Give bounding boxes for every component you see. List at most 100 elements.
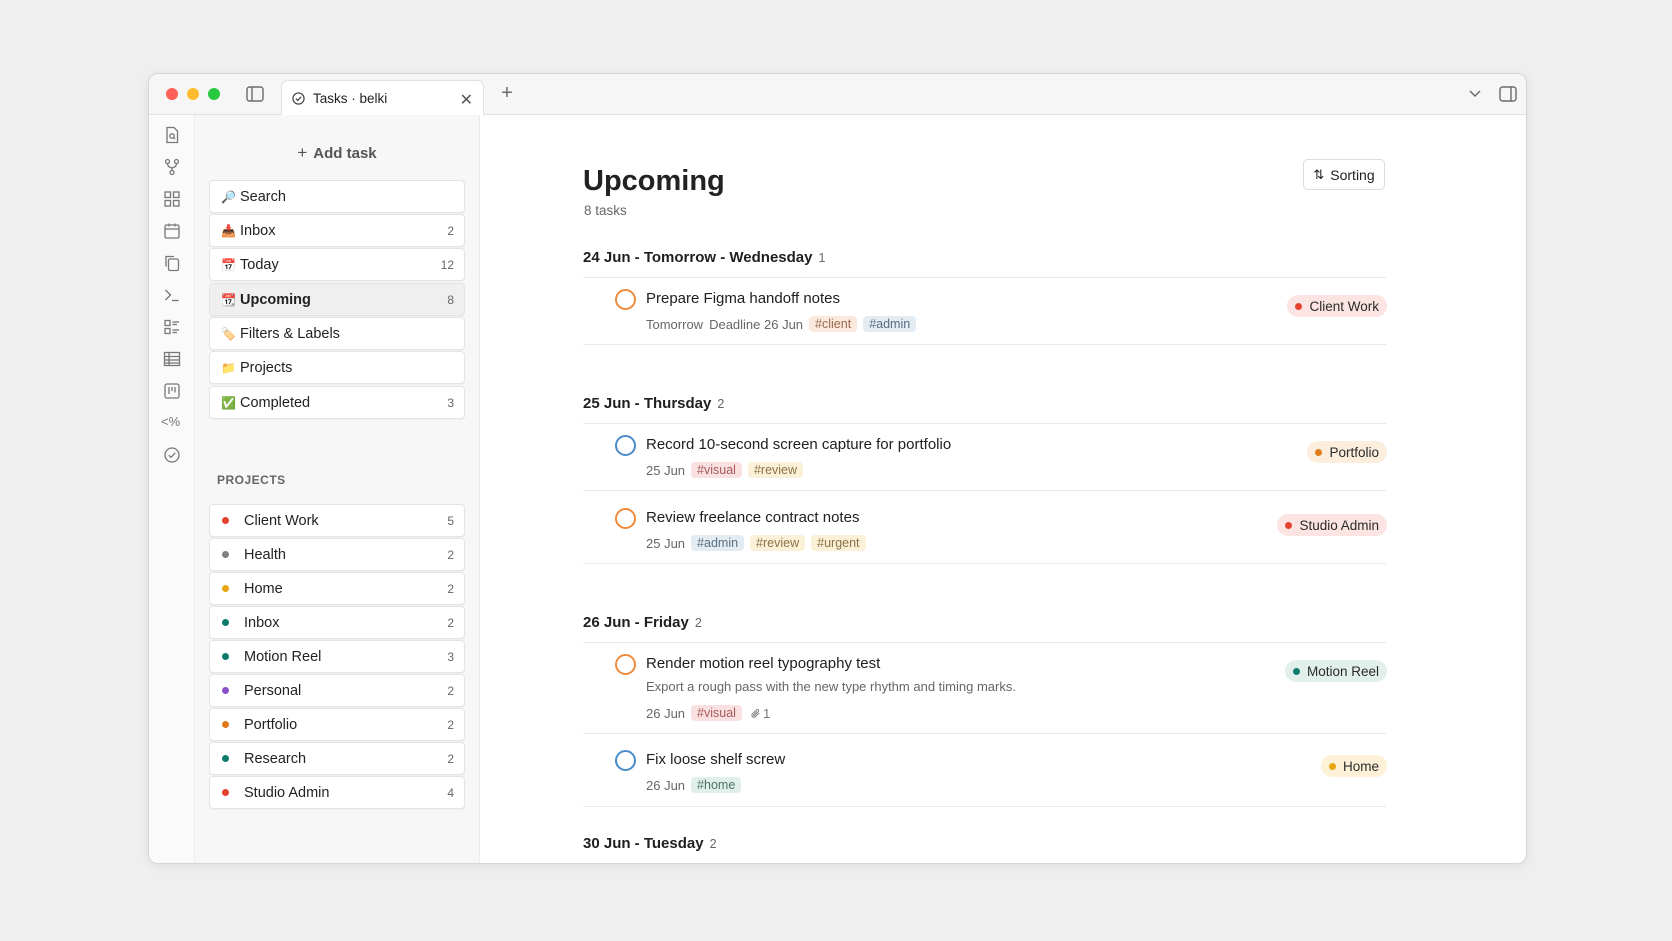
project-dot	[1315, 448, 1323, 456]
task-complete-checkbox[interactable]	[615, 435, 636, 456]
close-window-button[interactable]	[166, 88, 178, 100]
file-search-icon[interactable]	[163, 126, 181, 144]
task-title[interactable]: Review freelance contract notes	[646, 509, 859, 526]
sidebar-item-label: Today	[240, 256, 279, 273]
project-badge-home[interactable]: Home	[1320, 755, 1387, 777]
sidebar-item-upcoming[interactable]: 📆 Upcoming 8	[209, 283, 465, 316]
grid-icon[interactable]	[163, 190, 181, 208]
sidebar-project-health[interactable]: Health 2	[209, 538, 465, 571]
task-complete-checkbox[interactable]	[615, 289, 636, 310]
date-group-title: 26 Jun - Friday	[583, 614, 689, 631]
project-badge-portfolio[interactable]: Portfolio	[1307, 441, 1387, 463]
sidebar-item-filters-labels[interactable]: 🏷️ Filters & Labels	[209, 317, 465, 350]
check-circle-icon	[292, 91, 305, 105]
task-complete-checkbox[interactable]	[615, 750, 636, 771]
sidebar-item-inbox[interactable]: 📥 Inbox 2	[209, 214, 465, 247]
table-icon[interactable]	[163, 350, 181, 368]
divider	[583, 490, 1386, 491]
sidebar-project-home[interactable]: Home 2	[209, 572, 465, 605]
sidebar-project-motion-reel[interactable]: Motion Reel 3	[209, 640, 465, 673]
close-tab-icon[interactable]: ✕	[460, 90, 473, 110]
task-due-date: 25 Jun	[646, 462, 686, 478]
tag-client[interactable]: #client	[809, 316, 858, 332]
copy-icon[interactable]	[163, 254, 181, 272]
divider	[583, 277, 1386, 278]
divider	[583, 642, 1386, 643]
right-panel-toggle-icon[interactable]	[1498, 85, 1518, 103]
sidebar-project-inbox[interactable]: Inbox 2	[209, 606, 465, 639]
inbox-icon: 📥	[221, 223, 236, 238]
folder-icon: 📁	[221, 360, 236, 375]
sidebar-item-label: Completed	[240, 394, 311, 411]
sidebar-item-projects[interactable]: 📁 Projects	[209, 351, 465, 384]
sorting-button[interactable]: ⇅ Sorting	[1303, 159, 1385, 190]
sidebar-item-label: Motion Reel	[244, 648, 322, 665]
sidebar-item-count: 3	[447, 649, 454, 664]
project-dot	[1295, 302, 1303, 310]
sidebar-project-research[interactable]: Research 2	[209, 742, 465, 775]
sidebar-item-count: 12	[440, 257, 454, 272]
check-mark-icon: ✅	[221, 395, 236, 410]
sidebar-item-label: Research	[244, 750, 307, 767]
sidebar: + Add task 🔎 Search 📥 Inbox 2 📅 Today 12 …	[195, 115, 480, 863]
check-circle-icon[interactable]	[163, 446, 181, 464]
task-title[interactable]: Record 10-second screen capture for port…	[646, 436, 951, 453]
tag-urgent[interactable]: #urgent	[811, 535, 866, 551]
tag-admin[interactable]: #admin	[863, 316, 917, 332]
checklist-icon[interactable]	[163, 318, 181, 336]
tag-review[interactable]: #review	[750, 535, 806, 551]
project-badge-label: Home	[1342, 758, 1379, 774]
task-due-date: 26 Jun	[646, 777, 686, 793]
sidebar-project-personal[interactable]: Personal 2	[209, 674, 465, 707]
chevron-down-icon[interactable]	[1465, 84, 1485, 104]
sidebar-item-count: 3	[447, 395, 454, 410]
git-branch-icon[interactable]	[163, 158, 181, 176]
sidebar-item-search[interactable]: 🔎 Search	[209, 180, 465, 213]
project-color-dot	[222, 653, 229, 660]
sidebar-item-count: 2	[447, 581, 454, 596]
zoom-window-button[interactable]	[208, 88, 220, 100]
calendar-icon[interactable]	[163, 222, 181, 240]
sidebar-item-count: 2	[447, 717, 454, 732]
task-complete-checkbox[interactable]	[615, 654, 636, 675]
sidebar-project-studio-admin[interactable]: Studio Admin 4	[209, 776, 465, 809]
sidebar-toggle-icon[interactable]	[245, 85, 265, 103]
tag-admin[interactable]: #admin	[691, 535, 745, 551]
sidebar-project-portfolio[interactable]: Portfolio 2	[209, 708, 465, 741]
divider	[583, 563, 1386, 564]
task-due-date: 26 Jun	[646, 705, 686, 721]
code-percent-icon[interactable]: <%	[161, 414, 183, 432]
tag-review[interactable]: #review	[747, 462, 804, 478]
terminal-icon[interactable]	[163, 286, 181, 304]
projects-heading: PROJECTS	[217, 473, 286, 487]
date-group-header: 25 Jun - Thursday 2	[583, 395, 724, 412]
task-title[interactable]: Render motion reel typography test	[646, 655, 880, 672]
sidebar-project-client-work[interactable]: Client Work 5	[209, 504, 465, 537]
task-title[interactable]: Fix loose shelf screw	[646, 751, 785, 768]
tag-visual[interactable]: #visual	[691, 705, 742, 721]
tag-visual[interactable]: #visual	[691, 462, 742, 478]
sidebar-item-today[interactable]: 📅 Today 12	[209, 248, 465, 281]
project-dot	[1285, 521, 1293, 529]
add-task-button[interactable]: + Add task	[195, 143, 479, 163]
task-meta: 25 Jun #visual #review	[646, 462, 809, 478]
project-badge-studio-admin[interactable]: Studio Admin	[1277, 514, 1387, 536]
task-title[interactable]: Prepare Figma handoff notes	[646, 290, 840, 307]
task-complete-checkbox[interactable]	[615, 508, 636, 529]
new-tab-button[interactable]: +	[496, 82, 518, 104]
kanban-icon[interactable]	[163, 382, 181, 400]
minimize-window-button[interactable]	[187, 88, 199, 100]
date-group-header: 30 Jun - Tuesday 2	[583, 835, 717, 852]
sort-icon: ⇅	[1313, 166, 1325, 182]
project-badge-motion-reel[interactable]: Motion Reel	[1284, 660, 1387, 682]
sidebar-item-label: Upcoming	[240, 291, 311, 308]
tab-tasks[interactable]: Tasks · belki ✕	[281, 80, 484, 115]
project-badge-client-work[interactable]: Client Work	[1287, 295, 1387, 317]
calendar-spiral-icon: 📆	[221, 292, 236, 307]
plus-icon: +	[297, 143, 308, 162]
tag-home[interactable]: #home	[691, 777, 742, 793]
project-color-dot	[222, 585, 229, 592]
label-icon: 🏷️	[221, 326, 236, 341]
sidebar-item-completed[interactable]: ✅ Completed 3	[209, 386, 465, 419]
sidebar-item-label: Client Work	[244, 512, 319, 529]
